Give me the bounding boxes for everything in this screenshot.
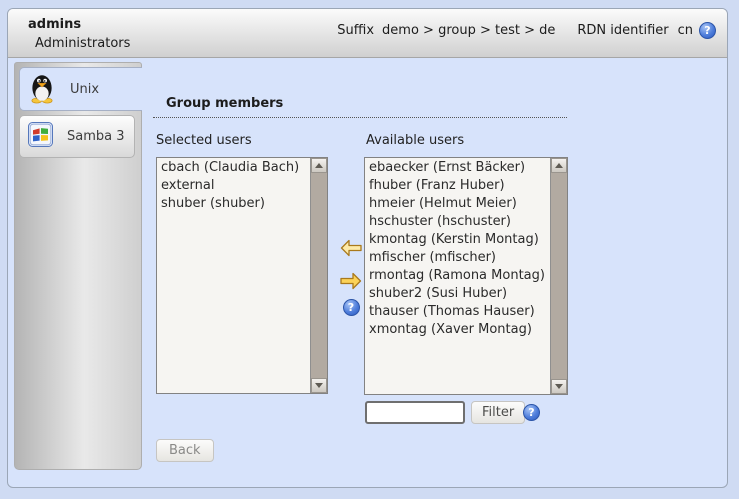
available-users-listbox[interactable]: ebaecker (Ernst Bäcker)fhuber (Franz Hub… — [364, 157, 568, 395]
list-item[interactable]: fhuber (Franz Huber) — [367, 177, 548, 195]
tab-samba3-label: Samba 3 — [67, 129, 125, 144]
rdn-value: cn — [678, 23, 693, 38]
tab-unix[interactable]: Unix — [19, 67, 142, 111]
members-help-icon[interactable]: ? — [343, 299, 360, 316]
suffix-label: Suffix — [337, 23, 374, 38]
available-users-options: ebaecker (Ernst Bäcker)fhuber (Franz Hub… — [365, 158, 550, 394]
list-item[interactable]: shuber2 (Susi Huber) — [367, 285, 548, 303]
selected-users-scrollbar[interactable] — [310, 158, 327, 393]
filter-input[interactable] — [365, 401, 465, 424]
windows-logo-icon — [28, 122, 53, 151]
list-item[interactable]: hschuster (hschuster) — [367, 213, 548, 231]
selected-users-options: cbach (Claudia Bach)externalshuber (shub… — [157, 158, 310, 393]
move-to-selected-button[interactable] — [340, 239, 362, 257]
triangle-up-icon — [315, 163, 323, 168]
list-item[interactable]: kmontag (Kerstin Montag) — [367, 231, 548, 249]
list-item[interactable]: thauser (Thomas Hauser) — [367, 303, 548, 321]
tab-unix-label: Unix — [70, 82, 99, 97]
scroll-down-button[interactable] — [311, 378, 327, 393]
header-bar: admins Administrators Suffix demo > grou… — [8, 9, 727, 58]
triangle-up-icon — [555, 163, 563, 168]
filter-help-icon[interactable]: ? — [523, 404, 540, 421]
scroll-down-button[interactable] — [551, 379, 567, 394]
list-item[interactable]: shuber (shuber) — [159, 195, 308, 213]
triangle-down-icon — [315, 383, 323, 388]
list-item[interactable]: rmontag (Ramona Montag) — [367, 267, 548, 285]
page-title: admins — [28, 17, 81, 32]
scroll-up-button[interactable] — [311, 158, 327, 173]
list-item[interactable]: cbach (Claudia Bach) — [159, 159, 308, 177]
list-item[interactable]: external — [159, 177, 308, 195]
available-users-label: Available users — [366, 133, 464, 148]
header-meta: Suffix demo > group > test > de RDN iden… — [337, 22, 716, 39]
left-arrow-icon — [340, 239, 362, 257]
transfer-controls: ? — [338, 239, 364, 316]
list-item[interactable]: hmeier (Helmut Meier) — [367, 195, 548, 213]
right-arrow-icon — [340, 272, 362, 290]
selected-users-listbox[interactable]: cbach (Claudia Bach)externalshuber (shub… — [156, 157, 328, 394]
move-to-available-button[interactable] — [340, 272, 362, 290]
rdn-help-icon[interactable]: ? — [699, 22, 716, 39]
back-button[interactable]: Back — [156, 439, 214, 462]
module-sidebar: Unix Samba 3 — [14, 62, 142, 470]
tab-samba3[interactable]: Samba 3 — [19, 115, 135, 158]
selected-users-label: Selected users — [156, 133, 252, 148]
page-subtitle: Administrators — [35, 36, 130, 51]
suffix-breadcrumb: demo > group > test > de — [382, 23, 555, 38]
available-users-scrollbar[interactable] — [550, 158, 567, 394]
scroll-up-button[interactable] — [551, 158, 567, 173]
list-item[interactable]: mfischer (mfischer) — [367, 249, 548, 267]
main-dialog: admins Administrators Suffix demo > grou… — [7, 8, 728, 488]
triangle-down-icon — [555, 384, 563, 389]
filter-button[interactable]: Filter — [471, 401, 525, 424]
rdn-label: RDN identifier — [577, 23, 668, 38]
tux-penguin-icon — [28, 71, 56, 108]
list-item[interactable]: xmontag (Xaver Montag) — [367, 321, 548, 339]
group-members-heading: Group members — [153, 96, 567, 118]
list-item[interactable]: ebaecker (Ernst Bäcker) — [367, 159, 548, 177]
